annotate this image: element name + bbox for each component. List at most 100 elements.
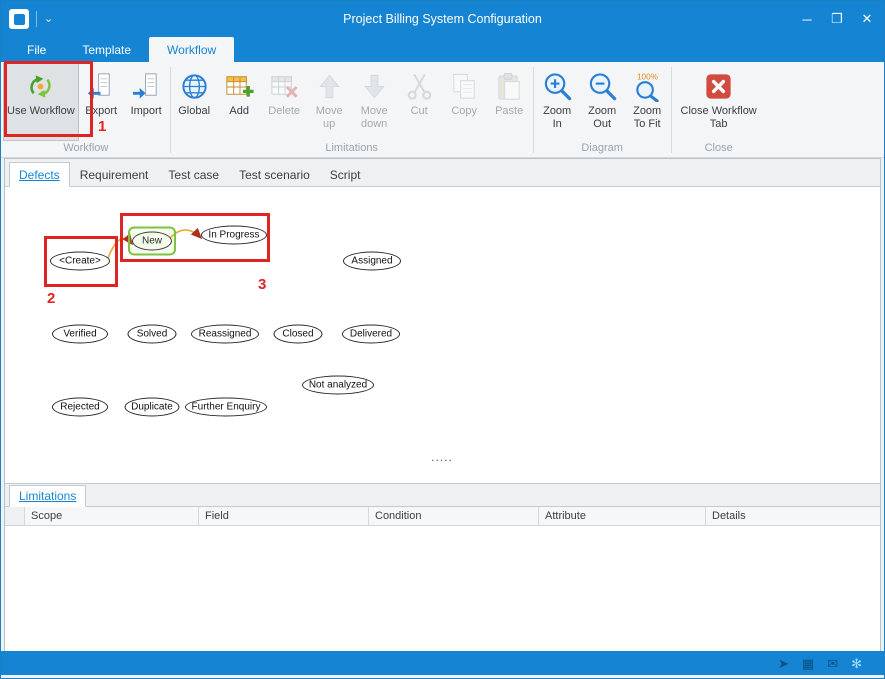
ribbon-button-label: Delete xyxy=(268,105,300,118)
ribbon-button-zoom-to-fit[interactable]: 100% Zoom To Fit xyxy=(625,63,670,141)
ribbon-button-label: Paste xyxy=(495,105,523,118)
ribbon-button-add[interactable]: Add xyxy=(217,63,262,141)
close-button[interactable]: ✕ xyxy=(852,4,882,34)
ribbon-separator xyxy=(170,67,171,153)
ribbon-button-paste: Paste xyxy=(487,63,532,141)
entity-tabs: DefectsRequirementTest caseTest scenario… xyxy=(5,159,880,187)
ribbon-separator xyxy=(533,67,534,153)
maximize-button[interactable]: ❐ xyxy=(822,4,852,34)
ribbon-button-close-workflow-tab[interactable]: Close Workflow Tab xyxy=(673,63,765,141)
workflow-node-verified[interactable]: Verified xyxy=(52,325,108,344)
ribbon-button-delete: Delete xyxy=(262,63,307,141)
ribbon-separator xyxy=(671,67,672,153)
globe-icon xyxy=(179,71,210,102)
workflow-node-create[interactable]: <Create> xyxy=(50,252,110,271)
move-down-icon xyxy=(359,71,390,102)
column-header-attribute[interactable]: Attribute xyxy=(539,507,706,525)
tab-requirement[interactable]: Requirement xyxy=(70,162,159,187)
workflow-node-closed[interactable]: Closed xyxy=(274,325,323,344)
pointer-icon[interactable]: ➤ xyxy=(778,657,789,670)
ribbon-button-label: Use Workflow xyxy=(7,105,75,118)
ribbon-button-move-up: Move up xyxy=(307,63,352,141)
ribbon-button-zoom-in[interactable]: Zoom In xyxy=(535,63,580,141)
tab-defects[interactable]: Defects xyxy=(9,162,70,187)
ribbon-button-label: Move up xyxy=(311,105,348,131)
ribbon-button-label: Cut xyxy=(411,105,428,118)
add-icon xyxy=(224,71,255,102)
diagram-ellipsis: ..... xyxy=(431,450,453,464)
window-title: Project Billing System Configuration xyxy=(1,12,884,26)
ribbon-button-label: Move down xyxy=(356,105,393,131)
ribbon: Use Workflow Export Import WorkflowGlobal Ad… xyxy=(1,62,884,158)
workflow-node-not-analyzed[interactable]: Not analyzed xyxy=(302,376,374,395)
ribbon-button-import[interactable]: Import xyxy=(124,63,169,141)
ribbon-group-close: Close Workflow Tab Close xyxy=(673,63,765,157)
ribbon-button-export[interactable]: Export xyxy=(79,63,124,141)
ribbon-button-label: Import xyxy=(131,105,162,118)
move-up-icon xyxy=(314,71,345,102)
ribbon-button-label: Zoom Out xyxy=(584,105,621,131)
paste-icon xyxy=(494,71,525,102)
cut-icon xyxy=(404,71,435,102)
workflow-node-new[interactable]: New xyxy=(132,232,172,251)
diagram-canvas[interactable]: ..... <Create> New In Progress Assigned Veri… xyxy=(5,187,880,483)
ribbon-button-move-down: Move down xyxy=(352,63,397,141)
menu-tabs: FileTemplateWorkflow xyxy=(1,37,884,62)
mail-icon[interactable]: ✉ xyxy=(827,657,838,670)
workflow-node-assigned[interactable]: Assigned xyxy=(343,252,401,271)
zoom-out-icon xyxy=(587,71,618,102)
copy-icon xyxy=(449,71,480,102)
tab-limitations[interactable]: Limitations xyxy=(9,485,86,507)
close-workflow-icon xyxy=(703,71,734,102)
zoom-in-icon xyxy=(542,71,573,102)
column-header-details[interactable]: Details xyxy=(706,507,880,525)
zoom-to-fit-icon: 100% xyxy=(632,71,663,102)
ribbon-group-label: Workflow xyxy=(3,141,169,157)
workflow-node-reassigned[interactable]: Reassigned xyxy=(191,325,259,344)
menu-tab-workflow[interactable]: Workflow xyxy=(149,37,234,62)
tab-test-scenario[interactable]: Test scenario xyxy=(229,162,320,187)
limitations-header: ScopeFieldConditionAttributeDetails xyxy=(5,507,880,526)
tab-test-case[interactable]: Test case xyxy=(158,162,229,187)
ribbon-group-label: Limitations xyxy=(172,141,532,157)
ribbon-button-label: Close Workflow Tab xyxy=(677,105,761,131)
column-header-condition[interactable]: Condition xyxy=(369,507,539,525)
workflow-node-solved[interactable]: Solved xyxy=(128,325,177,344)
snowflake-icon[interactable]: ✻ xyxy=(851,657,862,670)
menu-tab-template[interactable]: Template xyxy=(64,37,149,62)
workflow-node-delivered[interactable]: Delivered xyxy=(342,325,400,344)
use-workflow-icon xyxy=(25,71,56,102)
delete-icon xyxy=(269,71,300,102)
ribbon-button-use-workflow[interactable]: Use Workflow xyxy=(3,63,79,141)
window-controls: ─ ❐ ✕ xyxy=(792,1,882,37)
workflow-node-further-enquiry[interactable]: Further Enquiry xyxy=(185,398,267,417)
grid-icon[interactable]: ▦ xyxy=(802,657,814,670)
workflow-node-rejected[interactable]: Rejected xyxy=(52,398,108,417)
minimize-button[interactable]: ─ xyxy=(792,4,822,34)
title-bar: ⌄ Project Billing System Configuration ─… xyxy=(1,1,884,37)
column-header-scope[interactable]: Scope xyxy=(25,507,199,525)
ribbon-group-label: Diagram xyxy=(535,141,670,157)
tab-script[interactable]: Script xyxy=(320,162,371,187)
ribbon-button-label: Add xyxy=(229,105,249,118)
ribbon-button-label: Export xyxy=(85,105,117,118)
ribbon-button-cut: Cut xyxy=(397,63,442,141)
workflow-node-in-progress[interactable]: In Progress xyxy=(201,226,267,245)
ribbon-group-limitations: Global Add Delete Move up Move down Cut Copy Pa… xyxy=(172,63,532,157)
ribbon-group-label: Close xyxy=(673,141,765,157)
ribbon-button-label: Zoom In xyxy=(539,105,576,131)
ribbon-button-label: Copy xyxy=(451,105,477,118)
menu-tab-file[interactable]: File xyxy=(9,37,64,62)
ribbon-button-global[interactable]: Global xyxy=(172,63,217,141)
row-selector-header xyxy=(5,507,25,525)
main-region: DefectsRequirementTest caseTest scenario… xyxy=(4,158,881,652)
ribbon-button-zoom-out[interactable]: Zoom Out xyxy=(580,63,625,141)
ribbon-button-copy: Copy xyxy=(442,63,487,141)
ribbon-group-workflow: Use Workflow Export Import Workflow xyxy=(3,63,169,157)
ribbon-button-label: Zoom To Fit xyxy=(629,105,666,131)
workflow-node-duplicate[interactable]: Duplicate xyxy=(125,398,180,417)
ribbon-group-diagram: Zoom In Zoom Out 100% Zoom To Fit Diagram xyxy=(535,63,670,157)
column-header-field[interactable]: Field xyxy=(199,507,369,525)
limitations-grid-body[interactable] xyxy=(5,526,880,651)
import-icon xyxy=(131,71,162,102)
